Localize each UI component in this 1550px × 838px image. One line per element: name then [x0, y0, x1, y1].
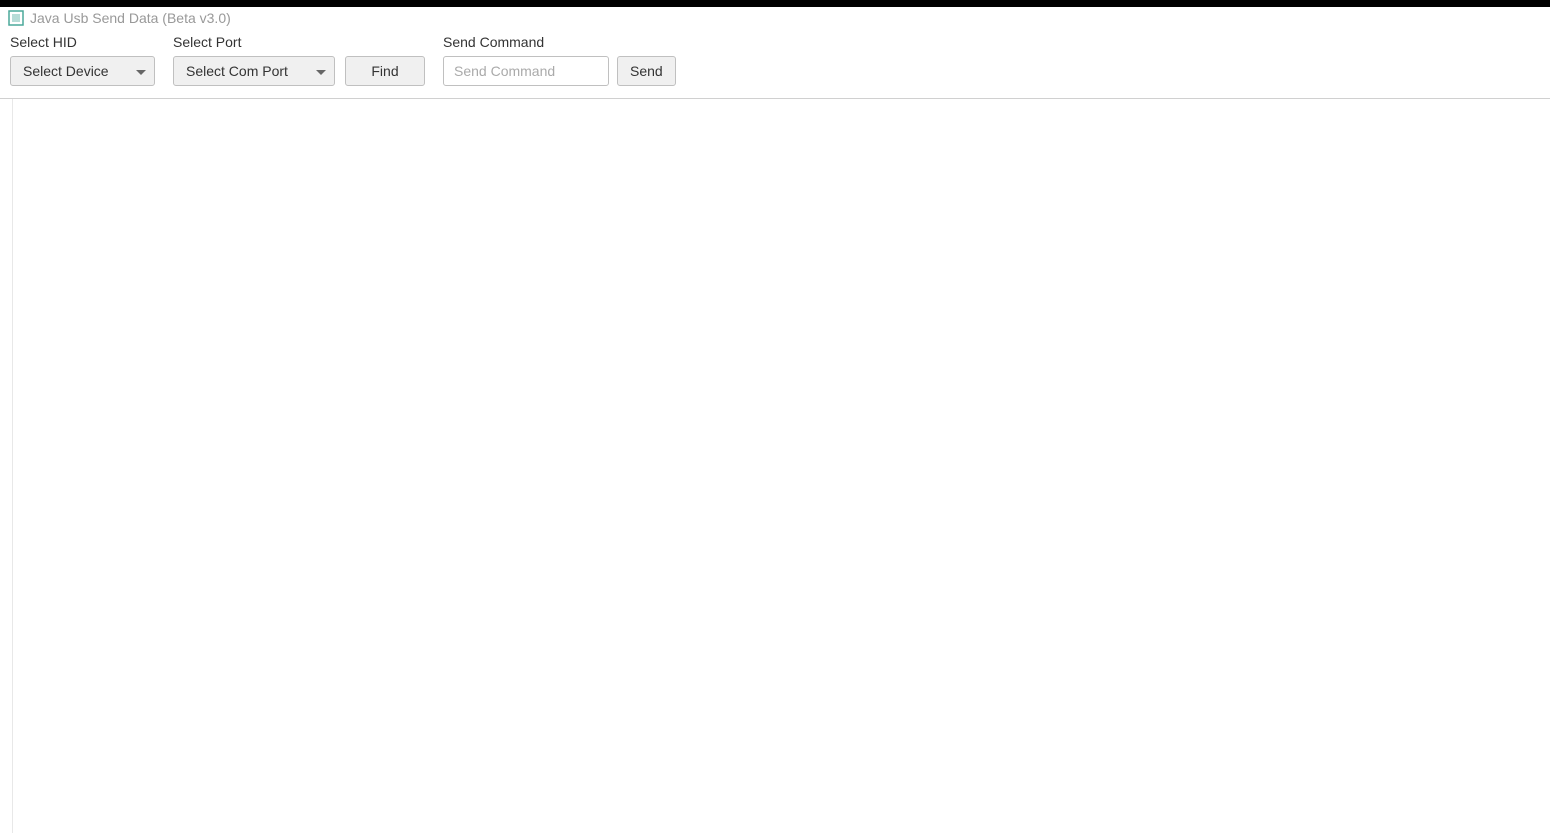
window-title: Java Usb Send Data (Beta v3.0)	[30, 10, 231, 26]
port-group: Select Port Select Com Port Find	[173, 34, 425, 86]
title-bar: Java Usb Send Data (Beta v3.0)	[0, 7, 1550, 30]
app-icon	[8, 10, 24, 26]
port-dropdown[interactable]: Select Com Port	[173, 56, 335, 86]
find-button[interactable]: Find	[345, 56, 425, 86]
hid-label: Select HID	[10, 34, 155, 50]
command-label: Send Command	[443, 34, 676, 50]
hid-dropdown[interactable]: Select Device	[10, 56, 155, 86]
hid-dropdown-value: Select Device	[23, 63, 109, 79]
window-top-border	[0, 0, 1550, 7]
port-label: Select Port	[173, 34, 425, 50]
content-area	[12, 99, 1550, 833]
hid-group: Select HID Select Device	[10, 34, 155, 86]
toolbar: Select HID Select Device Select Port Sel…	[0, 30, 1550, 99]
command-input[interactable]	[443, 56, 609, 86]
command-group: Send Command Send	[443, 34, 676, 86]
chevron-down-icon	[316, 63, 326, 79]
chevron-down-icon	[136, 63, 146, 79]
port-dropdown-value: Select Com Port	[186, 63, 288, 79]
send-button[interactable]: Send	[617, 56, 676, 86]
